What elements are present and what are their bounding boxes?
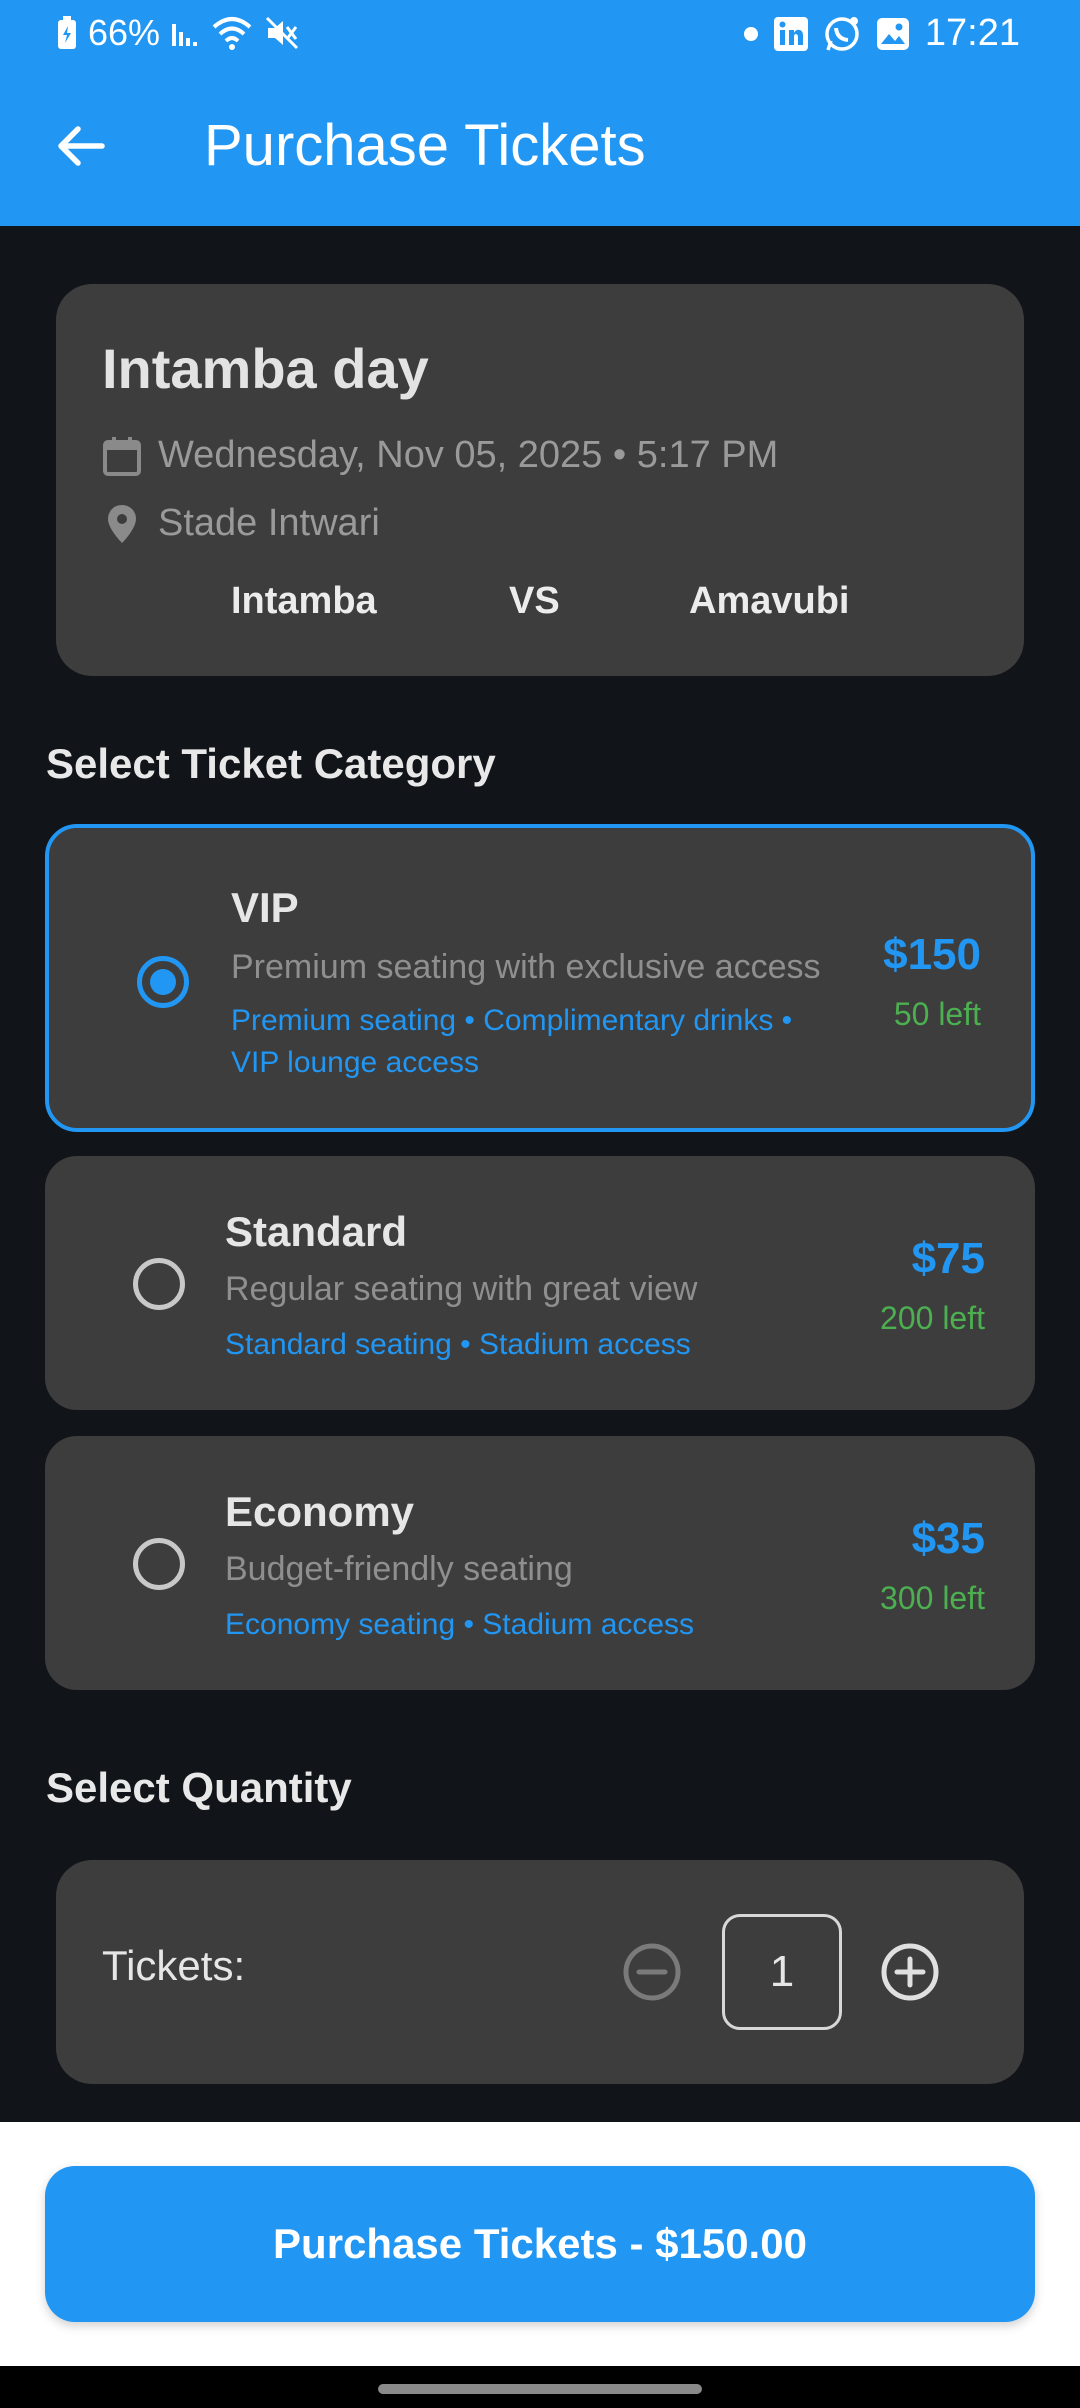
decrement-button[interactable] [622,1942,682,2002]
ticket-remaining: 200 left [880,1300,985,1336]
gesture-handle[interactable] [378,2384,702,2394]
ticket-price: $75 [911,1234,985,1283]
event-title: Intamba day [102,337,429,400]
arrow-left-icon [58,126,105,166]
radio-unselected[interactable] [133,1258,185,1310]
ticket-option-economy[interactable]: Economy Budget-friendly seating Economy … [45,1436,1035,1690]
ticket-name: VIP [231,884,299,931]
system-navigation-bar [0,2366,1080,2408]
gallery-icon [875,16,911,52]
team-away: Amavubi [689,580,850,622]
battery-icon [56,15,78,51]
wifi-icon [210,15,254,51]
event-venue-row: Stade Intwari [102,502,380,545]
ticket-name: Economy [225,1488,415,1535]
page-title: Purchase Tickets [204,113,646,178]
clock: 17:21 [924,12,1020,54]
ticket-features-continued: VIP lounge access [231,1046,479,1079]
ticket-remaining: 300 left [880,1580,985,1616]
quantity-card: Tickets: 1 [56,1860,1024,2084]
event-card: Intamba day Wednesday, Nov 05, 2025 • 5:… [56,284,1024,676]
ticket-features: Standard seating • Stadium access [225,1328,691,1361]
ticket-name: Standard [225,1208,408,1255]
event-venue: Stade Intwari [158,502,380,544]
teams-row: Intamba VS Amavubi [56,580,1024,630]
ticket-description: Budget-friendly seating [225,1550,573,1588]
event-datetime: Wednesday, Nov 05, 2025 • 5:17 PM [158,434,779,476]
team-home: Intamba [231,580,377,622]
ticket-price: $35 [911,1514,985,1563]
bottom-panel: Purchase Tickets - $150.00 [0,2122,1080,2366]
purchase-button[interactable]: Purchase Tickets - $150.00 [45,2166,1035,2322]
quantity-value[interactable]: 1 [722,1914,842,2030]
whatsapp-icon [823,15,861,53]
toolbar: Purchase Tickets [0,90,1080,206]
plus-circle-icon [881,1943,939,2001]
ticket-description: Premium seating with exclusive access [231,948,821,986]
radio-unselected[interactable] [133,1538,185,1590]
minus-circle-icon [623,1943,681,2001]
ticket-option-vip[interactable]: VIP Premium seating with exclusive acces… [45,824,1035,1132]
category-section-title: Select Ticket Category [46,740,496,787]
signal-icon [170,18,200,48]
back-button[interactable] [44,110,116,182]
status-bar: 66% 17:21 [0,0,1080,70]
notification-dot-icon [743,26,759,42]
quantity-section-title: Select Quantity [46,1764,352,1811]
ticket-features: Premium seating • Complimentary drinks • [231,1004,793,1037]
location-pin-icon [108,504,136,543]
app-bar: 66% 17:21 Purchase Tickets [0,0,1080,226]
ticket-description: Regular seating with great view [225,1270,698,1308]
linkedin-icon [773,16,809,52]
calendar-icon [103,436,141,476]
mute-icon [264,15,300,51]
ticket-option-standard[interactable]: Standard Regular seating with great view… [45,1156,1035,1410]
versus-label: VS [509,580,560,622]
event-datetime-row: Wednesday, Nov 05, 2025 • 5:17 PM [102,434,778,477]
ticket-features: Economy seating • Stadium access [225,1608,695,1641]
increment-button[interactable] [880,1942,940,2002]
ticket-remaining: 50 left [893,996,981,1032]
radio-selected[interactable] [137,956,189,1008]
battery-level: 66% [88,12,161,53]
ticket-price: $150 [883,930,981,979]
quantity-label: Tickets: [102,1942,246,1989]
